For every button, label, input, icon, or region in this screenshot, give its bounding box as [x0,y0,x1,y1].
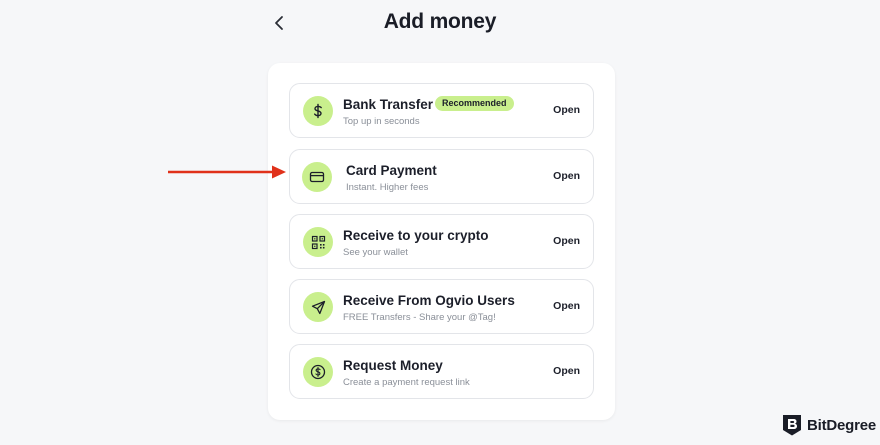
add-money-screen: Add money Bank Transfer Recommended Top … [0,0,880,445]
open-button[interactable]: Open [553,300,580,312]
option-subtitle: FREE Transfers - Share your @Tag! [343,312,496,323]
dollar-icon [303,96,333,126]
bitdegree-watermark: BitDegree [781,413,876,437]
page-title: Add money [383,10,497,33]
option-subtitle: Instant. Higher fees [346,182,429,193]
option-request-money[interactable]: Request Money Create a payment request l… [289,344,594,399]
qr-code-icon [303,227,333,257]
option-title: Card Payment [346,163,437,178]
option-subtitle: Top up in seconds [343,116,420,127]
send-icon [303,292,333,322]
option-receive-ogvio-users[interactable]: Receive From Ogvio Users FREE Transfers … [289,279,594,334]
option-receive-crypto[interactable]: Receive to your crypto See your wallet O… [289,214,594,269]
option-title: Receive to your crypto [343,228,489,243]
option-title: Request Money [343,358,443,373]
option-card-payment[interactable]: Card Payment Instant. Higher fees Open [289,149,594,204]
recommended-badge: Recommended [435,96,514,111]
option-subtitle: See your wallet [343,247,408,258]
credit-card-icon [302,162,332,192]
option-title: Bank Transfer [343,97,434,112]
bitdegree-logo-icon [783,415,801,436]
open-button[interactable]: Open [553,235,580,247]
option-title: Receive From Ogvio Users [343,293,515,308]
open-button[interactable]: Open [553,104,580,116]
open-button[interactable]: Open [553,170,580,182]
brand-name: BitDegree [807,416,877,434]
option-subtitle: Create a payment request link [343,377,470,388]
option-bank-transfer[interactable]: Bank Transfer Recommended Top up in seco… [289,83,594,138]
payment-options-card: Bank Transfer Recommended Top up in seco… [268,63,615,420]
red-arrow-icon [168,165,286,179]
open-button[interactable]: Open [553,365,580,377]
dollar-circle-icon [303,357,333,387]
